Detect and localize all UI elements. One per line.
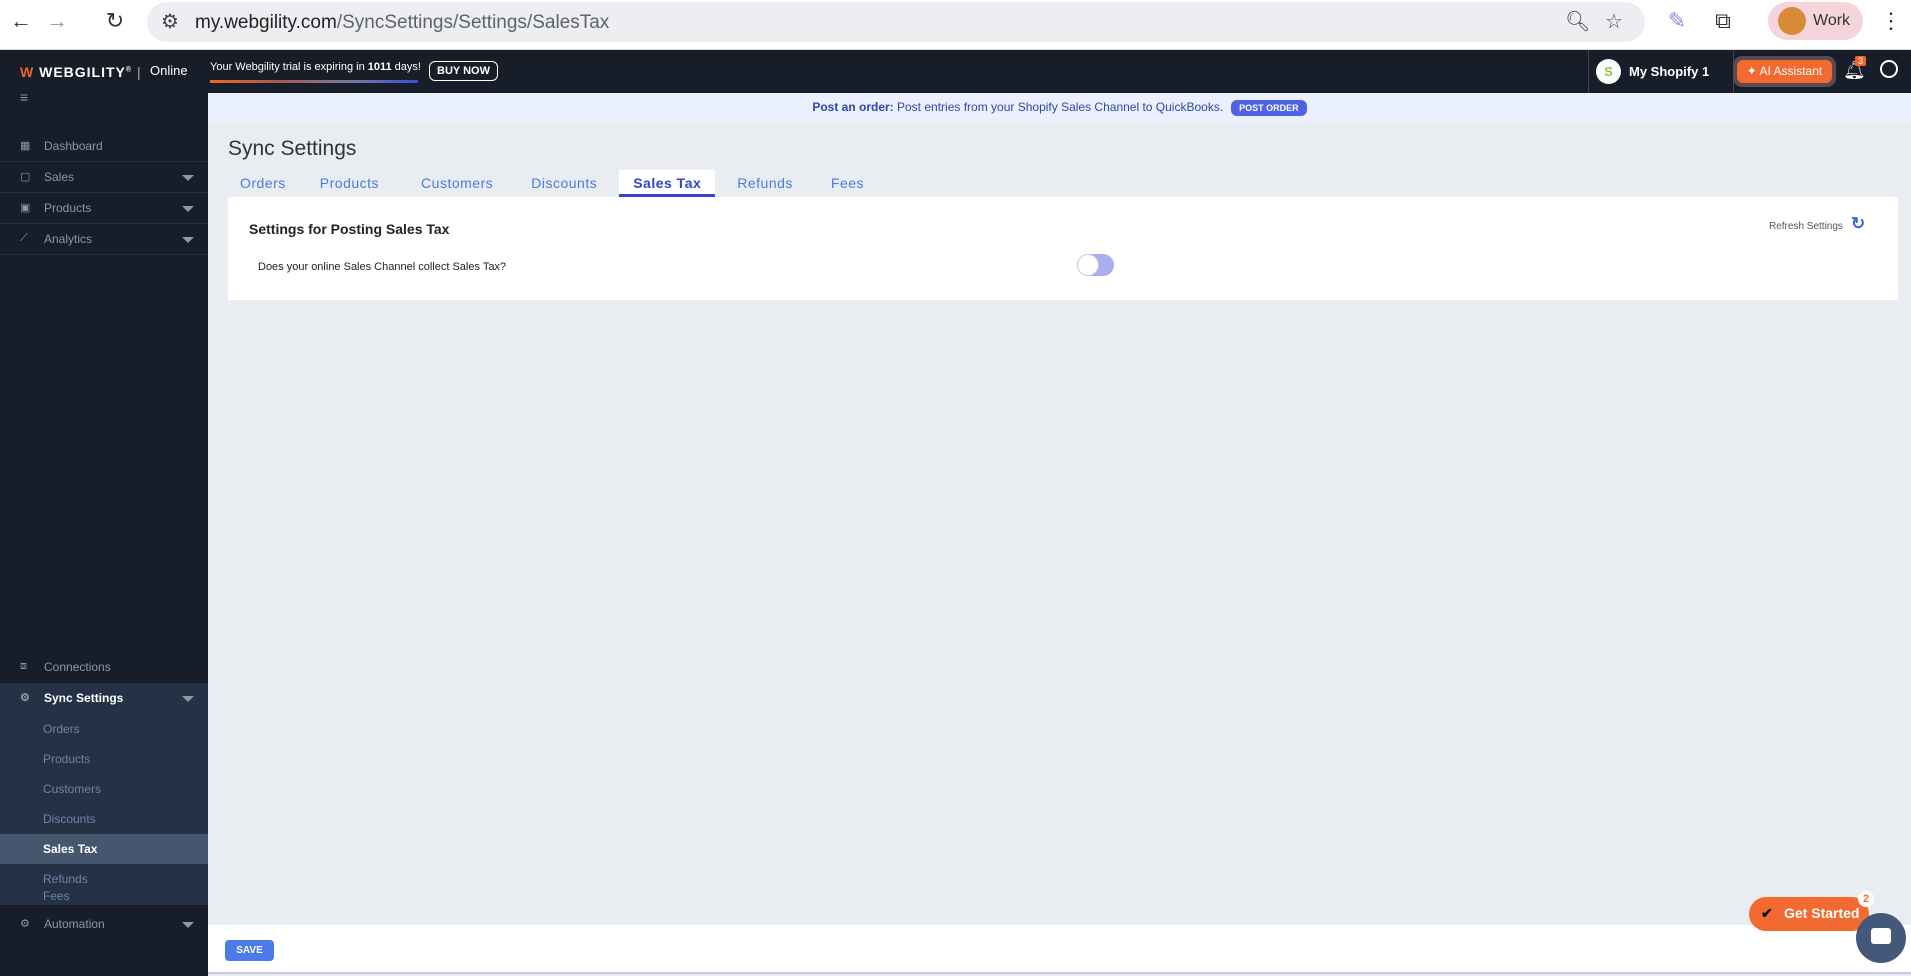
tab-sales-tax[interactable]: Sales Tax xyxy=(619,170,716,197)
app-header: W WEBGILITY® | Online Your Webgility tri… xyxy=(0,50,1911,93)
bookmark-star-icon[interactable]: ☆ xyxy=(1605,9,1623,34)
trial-suffix: days! xyxy=(391,61,421,73)
tab-products[interactable]: Products xyxy=(308,170,391,197)
dashboard-icon: ▦ xyxy=(20,140,31,152)
refresh-settings-link[interactable]: Refresh Settings xyxy=(1769,221,1843,232)
save-button[interactable]: SAVE xyxy=(225,940,274,961)
sidebar-label: Products xyxy=(44,201,92,215)
notification-badge: 3 xyxy=(1855,56,1867,66)
banner-label: Post an order: xyxy=(812,100,894,114)
sidebar-label: Analytics xyxy=(44,232,93,246)
sidebar-label: Sync Settings xyxy=(44,691,124,705)
url-path: /SyncSettings/Settings/SalesTax xyxy=(336,12,610,33)
sidebar-item-products[interactable]: ▣ Products xyxy=(0,193,208,224)
get-started-badge: 2 xyxy=(1858,891,1874,907)
logo[interactable]: W WEBGILITY® | xyxy=(20,64,142,80)
shopify-icon: S xyxy=(1596,59,1621,84)
automation-gear-icon: ⚙ xyxy=(20,918,30,930)
extensions-icon[interactable]: ⧉ xyxy=(1708,8,1738,34)
sidebar-label: Dashboard xyxy=(44,139,103,153)
box-icon: ▣ xyxy=(20,202,31,214)
site-settings-icon[interactable]: ⚙ xyxy=(161,9,179,34)
sync-settings-group: ⚙ Sync Settings Orders Products Customers… xyxy=(0,683,208,905)
settings-tabs: Orders Products Customers Discounts Sale… xyxy=(228,170,886,197)
zoom-icon[interactable]: 🔍︎ xyxy=(1565,9,1590,34)
collect-sales-tax-toggle[interactable] xyxy=(1077,254,1114,276)
chevron-down-icon xyxy=(182,922,194,928)
ai-assistant-button[interactable]: ✦ AI Assistant xyxy=(1733,56,1836,87)
refresh-icon[interactable]: ↻ xyxy=(1851,214,1865,234)
sidebar-subitem-orders[interactable]: Orders xyxy=(0,714,208,744)
post-order-button[interactable]: POST ORDER xyxy=(1231,100,1307,116)
sidebar-item-sales[interactable]: ▢ Sales xyxy=(0,162,208,193)
pen-icon[interactable]: ✎ xyxy=(1662,8,1692,34)
page-title: Sync Settings xyxy=(228,137,357,160)
user-account-icon[interactable] xyxy=(1880,60,1898,78)
chevron-down-icon xyxy=(182,696,194,702)
menu-kebab-icon[interactable]: ⋮ xyxy=(1876,8,1906,34)
toggle-knob xyxy=(1077,254,1099,276)
sidebar-label: Connections xyxy=(44,660,111,674)
tab-orders[interactable]: Orders xyxy=(228,170,298,197)
reload-icon[interactable]: ↻ xyxy=(100,8,130,34)
tab-fees[interactable]: Fees xyxy=(819,170,876,197)
tab-customers[interactable]: Customers xyxy=(409,170,505,197)
sidebar-item-automation[interactable]: ⚙ Automation xyxy=(0,909,208,940)
trial-days: 1011 xyxy=(367,61,392,73)
logo-text: WEBGILITY xyxy=(39,64,126,80)
bag-icon: ▢ xyxy=(20,171,31,183)
chat-button[interactable] xyxy=(1856,913,1906,963)
sidebar-subitem-customers[interactable]: Customers xyxy=(0,774,208,804)
sidebar-subitem-sales-tax[interactable]: Sales Tax xyxy=(0,834,208,864)
collect-sales-tax-question: Does your online Sales Channel collect S… xyxy=(258,261,507,273)
gear-icon: ⚙ xyxy=(20,692,30,704)
sidebar-item-analytics[interactable]: ⟋ Analytics xyxy=(0,224,208,255)
get-started-button[interactable]: ✔ Get Started xyxy=(1749,897,1869,931)
connections-icon: ⧈ xyxy=(20,660,27,672)
ai-assistant-text: AI Assistant xyxy=(1759,64,1823,78)
sidebar-subitem-discounts[interactable]: Discounts xyxy=(0,804,208,834)
edition-label: Online xyxy=(150,63,188,78)
ai-assistant-label: ✦ AI Assistant xyxy=(1737,60,1832,83)
sidebar-item-sync-settings[interactable]: ⚙ Sync Settings xyxy=(0,683,208,714)
chat-bubble-icon xyxy=(1871,928,1891,944)
chevron-down-icon xyxy=(182,237,194,243)
profile-button[interactable]: Work xyxy=(1768,2,1863,40)
footer-bar: SAVE xyxy=(208,925,1911,974)
buy-now-button[interactable]: BUY NOW xyxy=(429,61,498,81)
chevron-down-icon xyxy=(182,175,194,181)
sales-tax-settings-card: Settings for Posting Sales Tax Refresh S… xyxy=(228,197,1898,300)
collapse-menu-icon[interactable]: ≡ xyxy=(20,89,28,105)
back-icon[interactable]: ← xyxy=(6,8,36,34)
store-name: My Shopify 1 xyxy=(1629,64,1710,79)
post-order-banner: Post an order: Post entries from your Sh… xyxy=(208,93,1911,122)
tab-discounts[interactable]: Discounts xyxy=(519,170,609,197)
trial-prefix: Your Webgility trial is expiring in xyxy=(210,61,368,73)
trial-progress-bar xyxy=(210,80,418,83)
avatar xyxy=(1778,7,1806,35)
profile-name: Work xyxy=(1813,12,1851,29)
sidebar: ≡ ▦ Dashboard ▢ Sales ▣ Products ⟋ Analytics… xyxy=(0,89,208,976)
browser-toolbar: ← → ↻ ⚙ my.webgility.com/SyncSettings/Se… xyxy=(0,0,1911,50)
url-host: my.webgility.com xyxy=(195,12,337,33)
chevron-down-icon xyxy=(182,206,194,212)
forward-icon[interactable]: → xyxy=(42,8,72,34)
store-selector[interactable]: S My Shopify 1 xyxy=(1588,50,1734,93)
address-bar[interactable]: ⚙ my.webgility.com/SyncSettings/Settings… xyxy=(147,2,1645,42)
analytics-icon: ⟋ xyxy=(20,232,28,244)
card-heading: Settings for Posting Sales Tax xyxy=(249,221,450,237)
sidebar-item-connections[interactable]: ⧈ Connections xyxy=(0,652,208,683)
sidebar-subitem-fees[interactable]: Fees xyxy=(0,881,208,911)
trial-message: Your Webgility trial is expiring in 1011… xyxy=(210,61,421,73)
sidebar-subitem-products[interactable]: Products xyxy=(0,744,208,774)
sidebar-item-dashboard[interactable]: ▦ Dashboard xyxy=(0,131,208,162)
check-circle-icon: ✔ xyxy=(1761,905,1773,921)
sidebar-label: Sales xyxy=(44,170,75,184)
tab-refunds[interactable]: Refunds xyxy=(725,170,805,197)
get-started-label: Get Started xyxy=(1784,905,1860,921)
sidebar-label: Automation xyxy=(44,917,105,931)
banner-text: Post entries from your Shopify Sales Cha… xyxy=(893,100,1224,114)
